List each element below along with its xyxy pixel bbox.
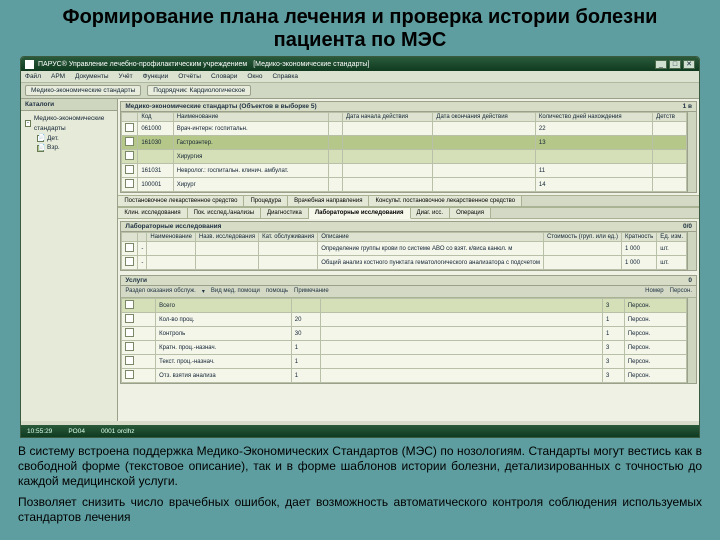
menu-arm[interactable]: АРМ xyxy=(51,73,65,80)
status-cell-2: 0001 orclhz xyxy=(101,428,135,435)
table-row[interactable]: Текст. проц.-назнач.13Персон. xyxy=(122,355,687,369)
menu-dictionaries[interactable]: Словари xyxy=(211,73,237,80)
lab-grid[interactable]: Наименование Назв. исследования Кат. обс… xyxy=(121,232,687,270)
lab-count: 0/0 xyxy=(683,223,692,230)
services-count: 0 xyxy=(688,277,692,284)
table-row[interactable]: 161031Невролог.: госпитальн. клинич. амб… xyxy=(122,164,687,178)
menu-reports[interactable]: Отчёты xyxy=(178,73,201,80)
slide-paragraph-2: Позволяет снизить число врачебных ошибок… xyxy=(18,495,702,525)
table-row[interactable]: Кратн. проц.-назнач.13Персон. xyxy=(122,341,687,355)
middle-tabstrip: Постановочное лекарственное средство Про… xyxy=(118,195,699,207)
standards-count: 1 в xyxy=(683,103,692,110)
sidebar: Каталоги -Медико-экономические стандарты… xyxy=(21,99,118,421)
menu-window[interactable]: Окно xyxy=(247,73,262,80)
tab-operation[interactable]: Операция xyxy=(450,208,491,218)
table-row[interactable]: -Определение группы крови по системе АВО… xyxy=(122,242,687,256)
tree-node-children[interactable]: 📄Дет. xyxy=(37,134,113,144)
tree-node-adults[interactable]: 📄Взр. xyxy=(37,143,113,153)
catalog-tree[interactable]: -Медико-экономические стандарты 📄Дет. 📄В… xyxy=(21,111,117,156)
tree-root[interactable]: -Медико-экономические стандарты xyxy=(25,114,113,134)
lab-panel-title: Лабораторные исследования xyxy=(125,223,221,230)
tab-procedure[interactable]: Процедура xyxy=(244,196,288,206)
table-row[interactable]: Всего3Персон. xyxy=(122,299,687,313)
middle-tabstrip-2: Клин. исследования Пок. исслед./анализы … xyxy=(118,207,699,219)
statusbar: 10:55:29 PO04 0001 orclhz xyxy=(21,425,699,437)
table-row[interactable]: 100001Хирург14 xyxy=(122,178,687,192)
table-row[interactable]: Кол-во проц.201Персон. xyxy=(122,313,687,327)
table-row[interactable]: Хирургия xyxy=(122,150,687,164)
sidebar-head: Каталоги xyxy=(21,99,117,111)
window-minimize-button[interactable]: _ xyxy=(655,60,667,69)
tab-clinical[interactable]: Клин. исследования xyxy=(118,208,187,218)
menu-documents[interactable]: Документы xyxy=(75,73,109,80)
menu-accounting[interactable]: Учёт xyxy=(119,73,133,80)
tab-diag2[interactable]: Диаг. исс. xyxy=(411,208,451,218)
window-maximize-button[interactable]: □ xyxy=(669,60,681,69)
table-row[interactable]: -Общий анализ костного пунктата гематоло… xyxy=(122,256,687,270)
status-cell-1: PO04 xyxy=(68,428,85,435)
lab-panel: Лабораторные исследования 0/0 Наименован… xyxy=(120,221,697,271)
toolbar-chip-standards[interactable]: Медико-экономические стандарты xyxy=(25,85,141,96)
titlebar-text-doc: [Медико-экономические стандарты] xyxy=(253,61,369,68)
toolbar: Медико-экономические стандарты Подрядчик… xyxy=(21,83,699,99)
table-row[interactable]: 061000Врач-интерн: госпитальн.22 xyxy=(122,122,687,136)
menu-functions[interactable]: Функции xyxy=(143,73,169,80)
titlebar-text-app: ПАРУС® Управление лечебно-профилактическ… xyxy=(38,61,247,68)
main-area: Медико-экономические стандарты (Объектов… xyxy=(118,99,699,421)
services-panel: Услуги 0 Раздел оказания обслуж.▾ Вид ме… xyxy=(120,275,697,384)
standards-panel: Медико-экономические стандарты (Объектов… xyxy=(120,101,697,193)
tab-referral[interactable]: Врачебная направления xyxy=(288,196,369,206)
services-title: Услуги xyxy=(125,277,147,284)
tab-drug[interactable]: Постановочное лекарственное средство xyxy=(118,196,244,206)
standards-grid[interactable]: Код Наименование Дата начала действия Да… xyxy=(121,112,687,192)
app-window: ПАРУС® Управление лечебно-профилактическ… xyxy=(20,56,700,438)
tab-indicators[interactable]: Пок. исслед./анализы xyxy=(188,208,261,218)
menubar: Файл АРМ Документы Учёт Функции Отчёты С… xyxy=(21,71,699,83)
menu-file[interactable]: Файл xyxy=(25,73,41,80)
menu-help[interactable]: Справка xyxy=(272,73,298,80)
table-row[interactable]: Контроль301Персон. xyxy=(122,327,687,341)
scrollbar[interactable] xyxy=(687,232,696,270)
scrollbar[interactable] xyxy=(687,112,696,192)
table-row[interactable]: Отз. взятия анализа13Персон. xyxy=(122,369,687,383)
standards-panel-title: Медико-экономические стандарты (Объектов… xyxy=(125,103,316,110)
titlebar: ПАРУС® Управление лечебно-профилактическ… xyxy=(21,57,699,71)
tab-consult-drug[interactable]: Консульт. постановочное лекарственное ср… xyxy=(369,196,522,206)
toolbar-chip-contractor[interactable]: Подрядчик: Кардиологическое xyxy=(147,85,251,96)
tab-diagnostics[interactable]: Диагностика xyxy=(261,208,309,218)
tab-lab[interactable]: Лабораторные исследования xyxy=(309,208,411,219)
slide-paragraph-1: В систему встроена поддержка Медико-Экон… xyxy=(18,444,702,489)
scrollbar[interactable] xyxy=(687,298,696,383)
services-columns: Раздел оказания обслуж.▾ Вид мед. помощи… xyxy=(121,286,696,298)
services-grid[interactable]: Всего3Персон. Кол-во проц.201Персон. Кон… xyxy=(121,298,687,383)
table-row[interactable]: 161030Гастроэнтер.13 xyxy=(122,136,687,150)
status-time: 10:55:29 xyxy=(27,428,52,435)
app-icon xyxy=(25,60,34,69)
window-close-button[interactable]: ✕ xyxy=(683,60,695,69)
slide-title: Формирование плана лечения и проверка ис… xyxy=(18,6,702,52)
